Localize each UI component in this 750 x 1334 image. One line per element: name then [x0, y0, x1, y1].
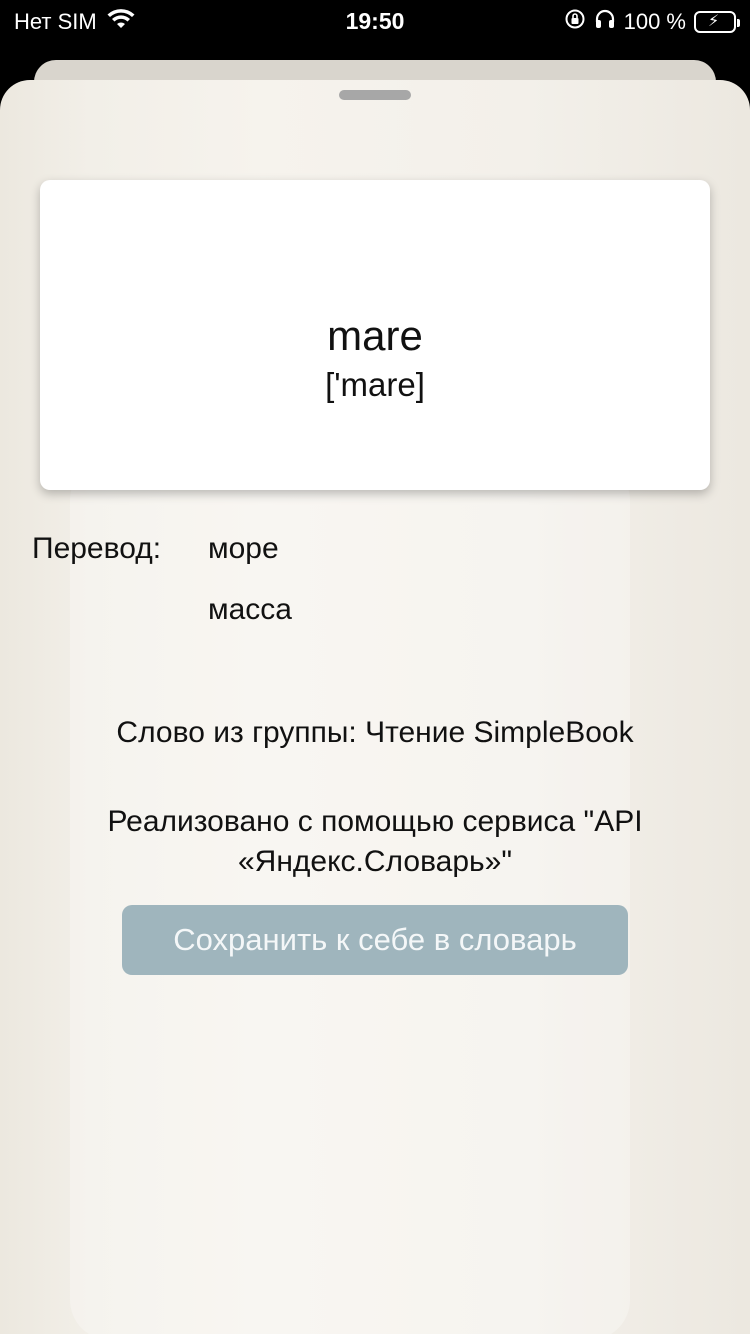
api-attribution: Реализовано с помощью сервиса "API «Янде…	[107, 805, 643, 878]
status-right: 100 % ⚡	[564, 8, 740, 36]
word-group-info: Слово из группы: Чтение SimpleBook	[116, 716, 634, 749]
word-card: mare ['mare]	[40, 180, 710, 490]
orientation-lock-icon	[564, 8, 586, 36]
save-to-dictionary-button[interactable]: Сохранить к себе в словарь	[122, 905, 628, 975]
status-bar: Нет SIM 19:50 100 % ⚡	[0, 0, 750, 42]
word-title: mare	[327, 312, 423, 359]
battery-charging-icon: ⚡	[694, 11, 740, 33]
translation-label: Перевод:	[32, 532, 162, 565]
sheet-grabber-handle[interactable]	[339, 90, 411, 100]
translation-item: масса	[208, 593, 292, 626]
word-detail-sheet: mare ['mare] Перевод: море масса Слово и…	[0, 80, 750, 1334]
headphones-icon	[594, 8, 616, 36]
battery-percent: 100 %	[623, 9, 686, 34]
translation-item: море	[208, 532, 279, 565]
background-texture	[70, 460, 630, 1334]
word-transcription: ['mare]	[325, 366, 425, 403]
